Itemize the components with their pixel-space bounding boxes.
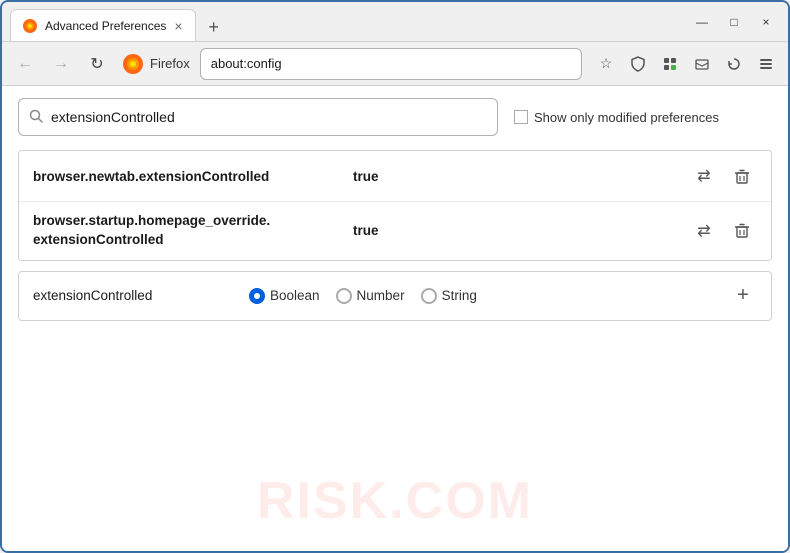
pref-name-2: browser.startup.homepage_override. exten… <box>33 212 353 250</box>
trash-icon <box>734 168 750 185</box>
extension-icon[interactable] <box>656 50 684 78</box>
radio-circle-boolean <box>249 288 265 304</box>
search-icon <box>29 109 43 126</box>
radio-boolean-label: Boolean <box>270 288 320 303</box>
forward-icon: → <box>53 55 69 73</box>
close-button[interactable]: × <box>752 11 780 33</box>
add-preference-button[interactable]: + <box>729 282 757 310</box>
shield-icon[interactable] <box>624 50 652 78</box>
new-pref-row: extensionControlled Boolean Number Strin… <box>18 271 772 321</box>
radio-string[interactable]: String <box>421 288 477 304</box>
pref-value-1: true <box>353 169 689 184</box>
nav-icons: ☆ <box>592 50 780 78</box>
menu-icon[interactable] <box>752 50 780 78</box>
title-bar: Advanced Preferences × + — □ × <box>2 2 788 42</box>
minimize-button[interactable]: — <box>688 11 716 33</box>
account-icon[interactable] <box>688 50 716 78</box>
reload-icon: ↻ <box>90 54 103 74</box>
forward-button[interactable]: → <box>46 49 76 79</box>
nav-bar: ← → ↻ Firefox about:config ☆ <box>2 42 788 86</box>
new-tab-button[interactable]: + <box>200 13 228 41</box>
radio-circle-string <box>421 288 437 304</box>
tab-area: Advanced Preferences × + <box>10 2 680 41</box>
browser-name-label: Firefox <box>150 56 190 71</box>
address-text: about:config <box>211 56 282 71</box>
tab-favicon <box>23 19 37 33</box>
pref-value-2: true <box>353 223 689 238</box>
pref-name-line2: extensionControlled <box>33 231 353 250</box>
maximize-button[interactable]: □ <box>720 11 748 33</box>
radio-boolean[interactable]: Boolean <box>249 288 320 304</box>
pref-name-line1: browser.startup.homepage_override. <box>33 212 353 231</box>
swap-button-1[interactable]: ⇄ <box>689 161 719 191</box>
search-row: Show only modified preferences <box>18 98 772 136</box>
bookmark-icon[interactable]: ☆ <box>592 50 620 78</box>
search-input[interactable] <box>51 109 487 125</box>
show-modified-row: Show only modified preferences <box>514 110 719 125</box>
active-tab[interactable]: Advanced Preferences × <box>10 9 196 41</box>
back-button[interactable]: ← <box>10 49 40 79</box>
radio-group: Boolean Number String <box>249 288 713 304</box>
tab-close-button[interactable]: × <box>174 19 182 33</box>
swap-icon: ⇄ <box>697 166 710 186</box>
row-actions-2: ⇄ <box>689 216 757 246</box>
trash-icon <box>734 222 750 239</box>
results-table: browser.newtab.extensionControlled true … <box>18 150 772 261</box>
table-row: browser.startup.homepage_override. exten… <box>19 202 771 260</box>
radio-number-label: Number <box>357 288 405 303</box>
show-modified-label: Show only modified preferences <box>534 110 719 125</box>
table-row: browser.newtab.extensionControlled true … <box>19 151 771 202</box>
delete-button-1[interactable] <box>727 161 757 191</box>
window-controls: — □ × <box>688 11 780 33</box>
radio-string-label: String <box>442 288 477 303</box>
address-bar[interactable]: about:config <box>200 48 582 80</box>
tab-title: Advanced Preferences <box>45 19 166 33</box>
swap-icon: ⇄ <box>697 221 710 241</box>
row-actions-1: ⇄ <box>689 161 757 191</box>
back-icon: ← <box>17 55 33 73</box>
sync-icon[interactable] <box>720 50 748 78</box>
firefox-logo-icon <box>122 53 144 75</box>
search-box[interactable] <box>18 98 498 136</box>
show-modified-checkbox[interactable] <box>514 110 528 124</box>
swap-button-2[interactable]: ⇄ <box>689 216 719 246</box>
new-pref-name: extensionControlled <box>33 288 233 303</box>
delete-button-2[interactable] <box>727 216 757 246</box>
radio-number[interactable]: Number <box>336 288 405 304</box>
reload-button[interactable]: ↻ <box>82 49 112 79</box>
radio-circle-number <box>336 288 352 304</box>
pref-name-1: browser.newtab.extensionControlled <box>33 169 353 184</box>
browser-window: Advanced Preferences × + — □ × ← → ↻ Fir… <box>0 0 790 553</box>
main-content: Show only modified preferences browser.n… <box>2 86 788 551</box>
watermark: RISK.COM <box>257 471 533 531</box>
